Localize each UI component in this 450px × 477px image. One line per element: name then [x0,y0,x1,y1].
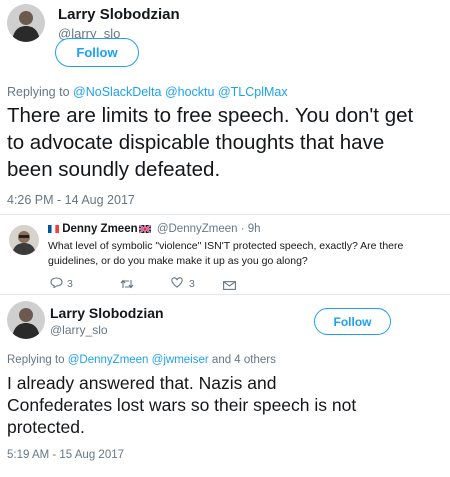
quoted-header: Denny Zmeen @DennyZmeen · 9h [48,223,261,235]
reply-mention[interactable]: @NoSlackDelta [73,85,161,99]
replying-to: Replying to @NoSlackDelta @hocktu @TLCpl… [7,85,288,99]
username[interactable]: @DennyZmeen [157,223,238,235]
follow-button[interactable]: Follow [314,308,391,335]
reply-mention[interactable]: @DennyZmeen [68,354,149,366]
france-flag-icon [48,224,59,233]
divider [0,294,450,295]
reply-suffix[interactable]: and 4 others [212,354,276,366]
replying-prefix: Replying to [7,85,70,99]
quoted-text: What level of symbolic "violence" ISN'T … [48,239,403,269]
like-count: 3 [189,278,195,290]
tweet-text: I already answered that. Nazis and Confe… [7,372,356,438]
replying-to: Replying to @DennyZmeen @jwmeiser and 4 … [7,354,276,366]
tweet-text-line: protected. [7,417,85,437]
heart-icon [171,275,183,293]
display-name[interactable]: Larry Slobodzian [50,305,164,321]
reply-count: 3 [67,278,73,290]
quoted-text-line: What level of symbolic "violence" ISN'T … [48,240,404,252]
username[interactable]: @larry_slo [50,323,108,337]
timestamp[interactable]: 4:26 PM - 14 Aug 2017 [7,193,135,207]
reply-mention[interactable]: @jwmeiser [152,354,209,366]
retweet-action[interactable] [120,276,134,294]
divider [0,214,450,215]
avatar[interactable] [7,301,45,339]
reply-mention[interactable]: @TLCplMax [218,85,288,99]
reply-icon [50,275,63,293]
retweet-icon [120,276,134,293]
like-action[interactable]: 3 [171,275,195,293]
replying-prefix: Replying to [7,354,65,366]
display-name[interactable]: Denny Zmeen [62,223,137,235]
tweet-text-line: to advocate dispicable thoughts that hav… [7,131,385,154]
tweet-age[interactable]: · 9h [241,223,261,235]
tweet-text: There are limits to free speech. You don… [7,102,413,183]
tweet-text-line: Confederates lost wars so their speech i… [7,395,357,415]
avatar[interactable] [7,4,45,42]
envelope-icon [223,277,236,294]
follow-button[interactable]: Follow [55,38,139,67]
reply-action[interactable]: 3 [50,275,73,293]
reply-mention[interactable]: @hocktu [165,85,215,99]
tweet-text-line: I already answered that. Nazis and [7,373,277,393]
display-name[interactable]: Larry Slobodzian [58,6,180,23]
avatar[interactable] [9,225,39,255]
uk-flag-icon [138,224,152,234]
timestamp[interactable]: 5:19 AM - 15 Aug 2017 [7,449,124,461]
tweet-text-line: been soundly defeated. [7,158,221,181]
dm-action[interactable] [223,277,236,295]
tweet-text-line: There are limits to free speech. You don… [7,104,414,127]
quoted-text-line: guidelines, or do you make make it up as… [48,255,308,267]
